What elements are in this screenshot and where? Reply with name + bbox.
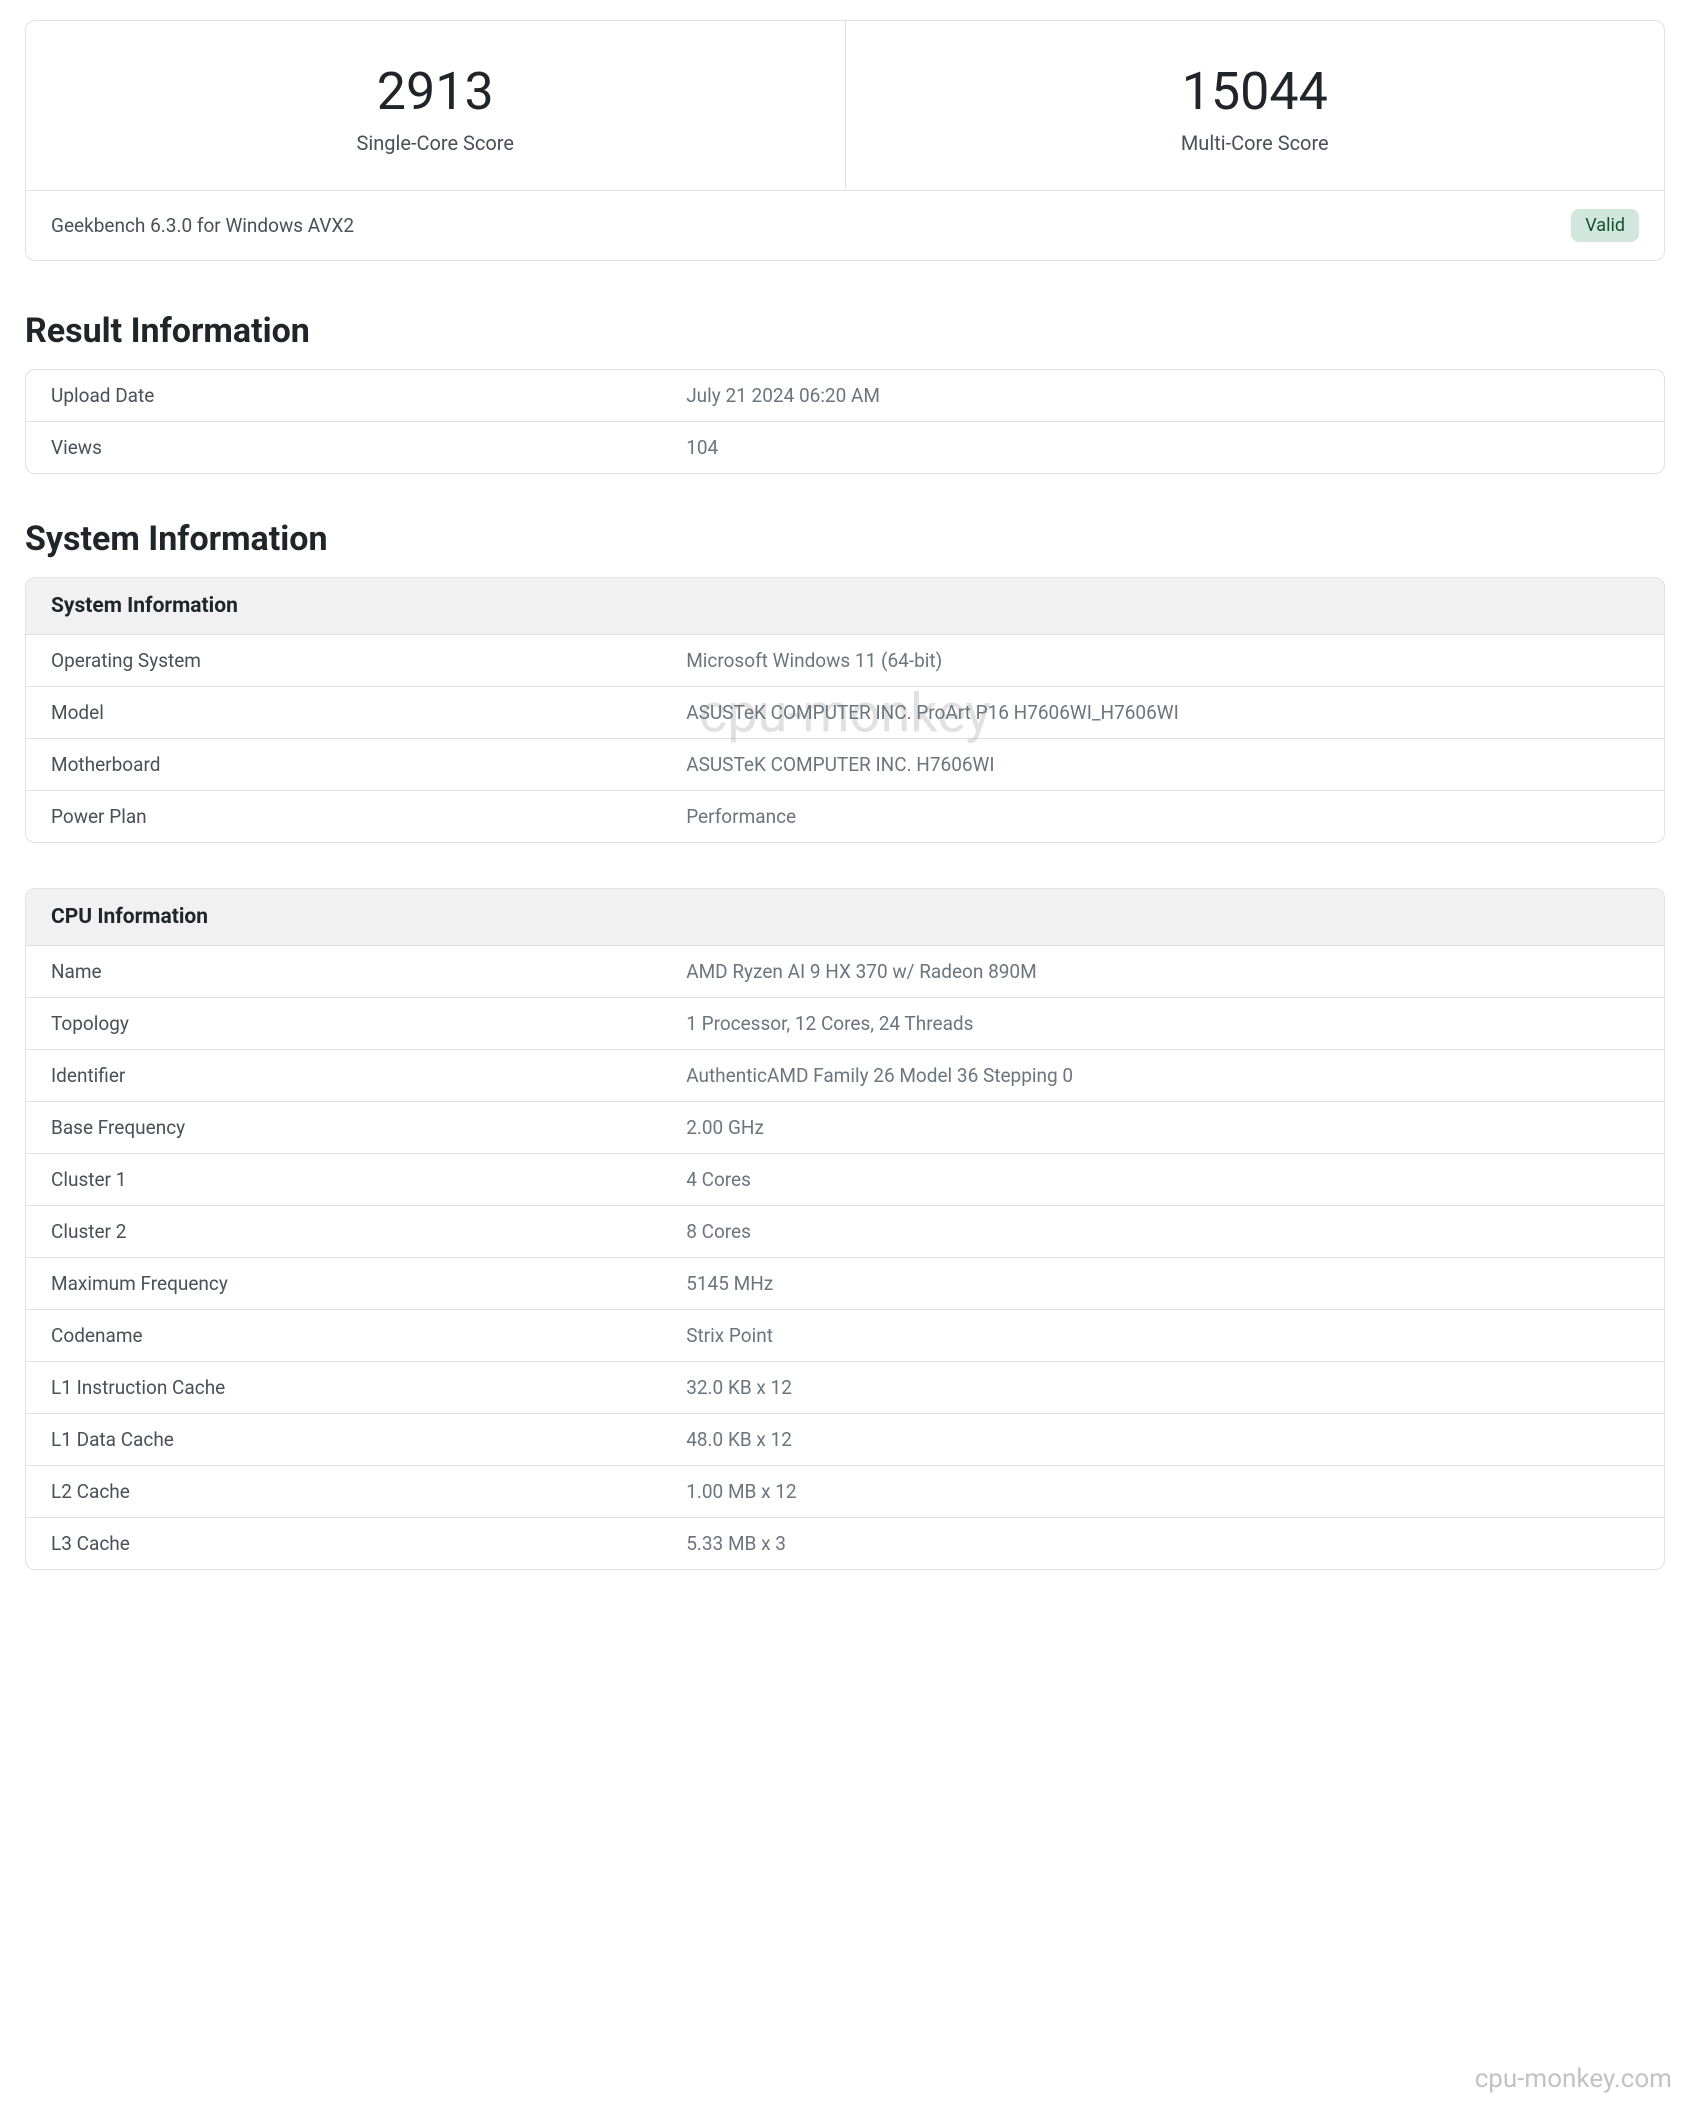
row-label: L3 Cache (51, 1532, 686, 1555)
single-core-score: 2913 (46, 61, 825, 123)
row-value: ASUSTeK COMPUTER INC. H7606WI (686, 753, 1639, 776)
row-value: Strix Point (686, 1324, 1639, 1347)
row-label: Base Frequency (51, 1116, 686, 1139)
row-value: 48.0 KB x 12 (686, 1428, 1639, 1451)
table-row: Cluster 1 4 Cores (26, 1154, 1664, 1206)
row-value: ASUSTeK COMPUTER INC. ProArt P16 H7606WI… (686, 701, 1639, 724)
table-row: Topology 1 Processor, 12 Cores, 24 Threa… (26, 998, 1664, 1050)
row-value: 104 (686, 436, 1639, 459)
table-row: Model ASUSTeK COMPUTER INC. ProArt P16 H… (26, 687, 1664, 739)
row-value: Microsoft Windows 11 (64-bit) (686, 649, 1639, 672)
table-row: Maximum Frequency 5145 MHz (26, 1258, 1664, 1310)
single-core-label: Single-Core Score (46, 131, 825, 155)
score-card: 2913 Single-Core Score 15044 Multi-Core … (25, 20, 1665, 191)
row-label: L1 Data Cache (51, 1428, 686, 1451)
row-value: AMD Ryzen AI 9 HX 370 w/ Radeon 890M (686, 960, 1639, 983)
table-row: L2 Cache 1.00 MB x 12 (26, 1466, 1664, 1518)
table-header: CPU Information (26, 889, 1664, 946)
row-label: Codename (51, 1324, 686, 1347)
multi-core-score: 15044 (866, 61, 1645, 123)
row-value: 1 Processor, 12 Cores, 24 Threads (686, 1012, 1639, 1035)
table-row: Motherboard ASUSTeK COMPUTER INC. H7606W… (26, 739, 1664, 791)
table-row: Upload Date July 21 2024 06:20 AM (26, 370, 1664, 422)
valid-badge: Valid (1571, 209, 1639, 242)
table-row: L1 Instruction Cache 32.0 KB x 12 (26, 1362, 1664, 1414)
table-row: Identifier AuthenticAMD Family 26 Model … (26, 1050, 1664, 1102)
cpu-info-table: CPU Information Name AMD Ryzen AI 9 HX 3… (25, 888, 1665, 1570)
single-core-panel: 2913 Single-Core Score (26, 21, 846, 190)
table-row: L1 Data Cache 48.0 KB x 12 (26, 1414, 1664, 1466)
row-label: L1 Instruction Cache (51, 1376, 686, 1399)
row-label: Operating System (51, 649, 686, 672)
row-value: AuthenticAMD Family 26 Model 36 Stepping… (686, 1064, 1639, 1087)
row-label: Power Plan (51, 805, 686, 828)
table-row: Operating System Microsoft Windows 11 (6… (26, 635, 1664, 687)
row-label: Cluster 1 (51, 1168, 686, 1191)
table-row: Codename Strix Point (26, 1310, 1664, 1362)
table-row: Power Plan Performance (26, 791, 1664, 842)
row-value: 2.00 GHz (686, 1116, 1639, 1139)
table-row: Cluster 2 8 Cores (26, 1206, 1664, 1258)
row-label: Views (51, 436, 686, 459)
row-label: Cluster 2 (51, 1220, 686, 1243)
row-label: Motherboard (51, 753, 686, 776)
table-row: Views 104 (26, 422, 1664, 473)
row-label: Model (51, 701, 686, 724)
row-label: Identifier (51, 1064, 686, 1087)
row-value: 32.0 KB x 12 (686, 1376, 1639, 1399)
table-row: L3 Cache 5.33 MB x 3 (26, 1518, 1664, 1569)
score-footer: Geekbench 6.3.0 for Windows AVX2 Valid (25, 190, 1665, 261)
watermark-bottom: cpu-monkey.com (1475, 2064, 1672, 2094)
row-label: Name (51, 960, 686, 983)
row-label: L2 Cache (51, 1480, 686, 1503)
system-info-heading: System Information (25, 519, 1665, 559)
row-label: Maximum Frequency (51, 1272, 686, 1295)
result-info-table: Upload Date July 21 2024 06:20 AM Views … (25, 369, 1665, 474)
benchmark-name: Geekbench 6.3.0 for Windows AVX2 (51, 214, 354, 237)
multi-core-panel: 15044 Multi-Core Score (846, 21, 1665, 190)
row-value: 5.33 MB x 3 (686, 1532, 1639, 1555)
row-value: 5145 MHz (686, 1272, 1639, 1295)
table-header: System Information (26, 578, 1664, 635)
result-info-heading: Result Information (25, 311, 1665, 351)
table-row: Name AMD Ryzen AI 9 HX 370 w/ Radeon 890… (26, 946, 1664, 998)
row-value: 8 Cores (686, 1220, 1639, 1243)
multi-core-label: Multi-Core Score (866, 131, 1645, 155)
row-value: 1.00 MB x 12 (686, 1480, 1639, 1503)
system-info-table: System Information Operating System Micr… (25, 577, 1665, 843)
row-value: 4 Cores (686, 1168, 1639, 1191)
row-value: July 21 2024 06:20 AM (686, 384, 1639, 407)
row-label: Upload Date (51, 384, 686, 407)
row-label: Topology (51, 1012, 686, 1035)
row-value: Performance (686, 805, 1639, 828)
table-row: Base Frequency 2.00 GHz (26, 1102, 1664, 1154)
